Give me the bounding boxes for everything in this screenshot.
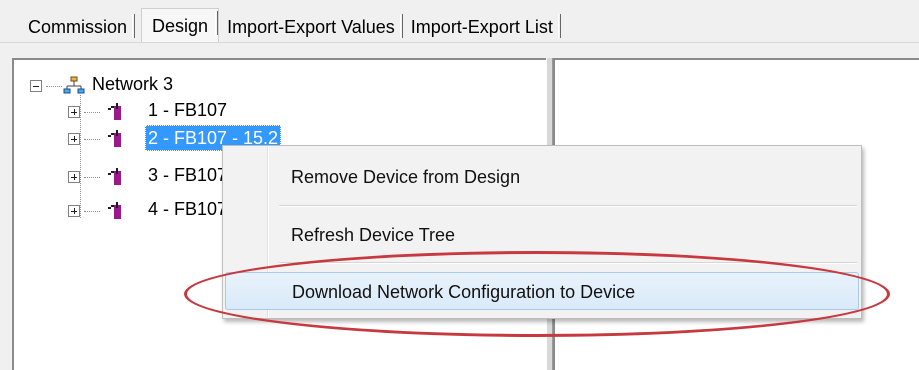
tree-child-1-connector: [84, 112, 100, 113]
context-menu-separator-1: [279, 205, 857, 207]
tree-root-vertical-line: [80, 95, 81, 218]
device-icon: [108, 103, 121, 120]
device-icon: [108, 202, 121, 219]
menu-item-refresh-device-tree[interactable]: Refresh Device Tree: [225, 216, 859, 254]
tree-root-label: Network 3: [92, 74, 174, 94]
tree-node-4-label: 4 - FB107: [148, 199, 228, 219]
tree-child-2-connector: [84, 139, 100, 140]
tab-strip-divider: [0, 42, 919, 43]
tree-root-collapse-icon[interactable]: [30, 80, 42, 92]
screen: Commission Design Import-Export Values I…: [0, 0, 919, 370]
tree-child-4-expand-icon[interactable]: [68, 205, 80, 217]
tree-node-1-label: 1 - FB107: [148, 100, 228, 120]
tab-commission[interactable]: Commission: [20, 12, 136, 42]
tree-child-3-expand-icon[interactable]: [68, 171, 80, 183]
tab-import-export-values-label: Import-Export Values: [227, 17, 395, 37]
tab-import-export-list[interactable]: Import-Export List: [403, 12, 561, 42]
menu-item-download-network-configuration-to-device[interactable]: Download Network Configuration to Device: [225, 272, 859, 310]
context-menu-separator-2: [279, 262, 857, 264]
device-icon: [108, 168, 121, 185]
tab-import-export-values[interactable]: Import-Export Values: [219, 12, 403, 42]
network-icon: [63, 76, 85, 94]
tree-child-4-connector: [84, 211, 100, 212]
device-icon: [108, 130, 121, 147]
device-context-menu: Remove Device from Design Refresh Device…: [222, 145, 862, 319]
tree-child-2-expand-icon[interactable]: [68, 133, 80, 145]
tab-strip: Commission Design Import-Export Values I…: [20, 8, 561, 42]
menu-item-remove-device-label: Remove Device from Design: [291, 167, 521, 187]
tree-node-3-label: 3 - FB107: [148, 165, 228, 185]
tree-child-3-connector: [84, 177, 100, 178]
tab-design-label: Design: [152, 16, 209, 36]
menu-item-refresh-device-tree-label: Refresh Device Tree: [291, 225, 456, 245]
tab-import-export-list-label: Import-Export List: [410, 17, 553, 37]
menu-item-remove-device-from-design[interactable]: Remove Device from Design: [225, 158, 859, 196]
tab-commission-label: Commission: [28, 17, 128, 37]
tab-design[interactable]: Design: [141, 8, 220, 42]
tree-root-horizontal-line: [46, 86, 62, 87]
tree-child-1-expand-icon[interactable]: [68, 106, 80, 118]
menu-item-download-network-configuration-label: Download Network Configuration to Device: [292, 282, 636, 302]
